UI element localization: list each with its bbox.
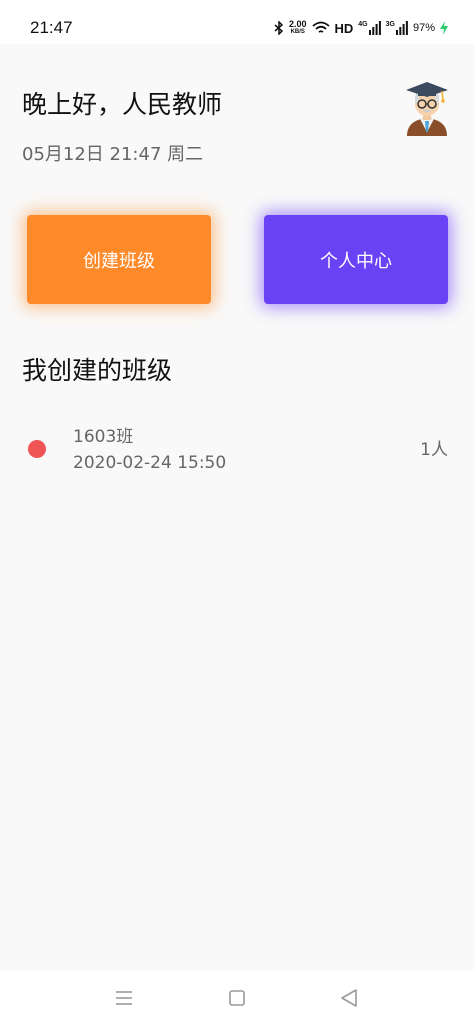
profile-center-button[interactable]: 个人中心 [264,215,448,304]
home-icon[interactable] [225,986,249,1010]
greeting-text: 晚上好，人民教师 [22,90,223,119]
class-status-dot [28,440,46,458]
status-icons: 2.00 KB/S HD 4G 3G 97% [274,18,448,38]
signal-3g: 3G [386,21,408,35]
my-classes-title: 我创建的班级 [22,356,173,385]
charging-icon [440,21,448,35]
class-name: 1603班 [73,427,134,447]
create-class-button[interactable]: 创建班级 [27,215,211,304]
class-member-count: 1人 [420,440,448,460]
class-list-item[interactable]: 1603班 2020-02-24 15:50 1人 [0,422,474,478]
date-text: 05月12日 21:47 周二 [22,144,204,165]
main-content: 晚上好，人民教师 05月12日 21:47 周二 创建班级 个人中心 我创建的班… [0,44,474,970]
signal-4g: 4G [358,21,381,35]
signal-icon [368,21,381,35]
status-time: 21:47 [30,18,73,37]
signal-3g-label: 3G [385,21,395,28]
battery-level: 97% [412,22,435,34]
back-icon[interactable] [337,986,361,1010]
menu-icon[interactable] [112,986,136,1010]
profile-center-label: 个人中心 [320,250,392,272]
status-bar: 21:47 2.00 KB/S HD 4G 3G 97% [0,0,474,44]
hd-label: HD [334,20,354,36]
teacher-avatar-icon[interactable] [402,80,452,136]
signal-icon [395,21,408,35]
class-created-time: 2020-02-24 15:50 [73,453,227,473]
wifi-icon [311,21,330,35]
create-class-label: 创建班级 [83,250,155,272]
network-speed-value: 2.00 [288,19,307,29]
signal-4g-label: 4G [358,21,368,28]
bluetooth-icon [274,21,284,35]
system-nav-bar [0,970,474,1027]
network-speed-unit: KB/S [290,29,305,35]
network-speed: 2.00 KB/S [289,20,307,36]
